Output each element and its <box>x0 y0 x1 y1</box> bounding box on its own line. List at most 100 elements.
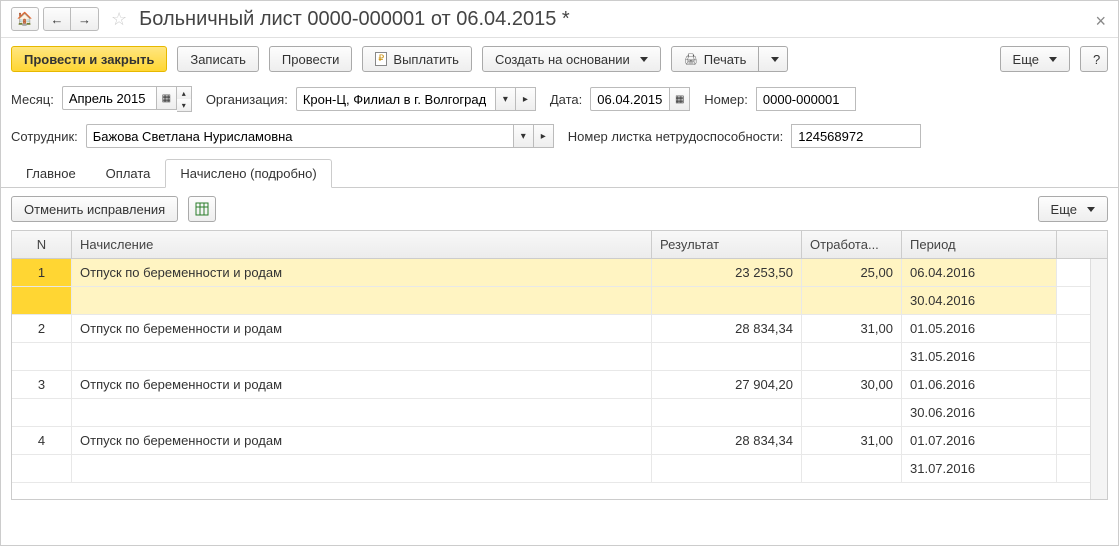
table-header: N Начисление Результат Отработа... Перио… <box>12 231 1107 259</box>
cell-hours: 31,00 <box>802 427 902 454</box>
columns-config-button[interactable] <box>188 196 216 222</box>
form-row-1: Месяц: ▦ ▴▾ Организация: ▾ ▸ Дата: ▦ Ном… <box>1 80 1118 118</box>
page-title: Больничный лист 0000-000001 от 06.04.201… <box>139 8 570 31</box>
back-button[interactable]: ← <box>43 7 71 31</box>
table-row[interactable]: 2 Отпуск по беременности и родам 28 834,… <box>12 315 1107 343</box>
table-row[interactable]: 30.04.2016 <box>12 287 1107 315</box>
table-row[interactable]: 1 Отпуск по беременности и родам 23 253,… <box>12 259 1107 287</box>
table-body: 1 Отпуск по беременности и родам 23 253,… <box>12 259 1107 483</box>
print-dropdown[interactable] <box>759 46 788 72</box>
cell-n-blank <box>12 343 72 370</box>
employee-dropdown-icon[interactable]: ▾ <box>514 124 534 148</box>
number-input[interactable] <box>763 92 849 107</box>
employee-input[interactable] <box>93 129 507 144</box>
scrollbar[interactable] <box>1090 259 1107 499</box>
month-input[interactable] <box>69 91 150 106</box>
col-header-name[interactable]: Начисление <box>72 231 652 258</box>
org-label: Организация: <box>206 92 288 107</box>
home-button[interactable]: 🏠 <box>11 7 39 31</box>
table-row[interactable]: 30.06.2016 <box>12 399 1107 427</box>
post-and-close-button[interactable]: Провести и закрыть <box>11 46 167 72</box>
employee-open-icon[interactable]: ▸ <box>534 124 554 148</box>
sheet-field <box>791 124 921 148</box>
table-row[interactable]: 3 Отпуск по беременности и родам 27 904,… <box>12 371 1107 399</box>
cell-hours-blank <box>802 399 902 426</box>
cell-result-blank <box>652 343 802 370</box>
cell-result: 27 904,20 <box>652 371 802 398</box>
sheet-input[interactable] <box>798 129 914 144</box>
cell-name: Отпуск по беременности и родам <box>72 259 652 286</box>
sub-more-button[interactable]: Еще <box>1038 196 1108 222</box>
cell-n: 1 <box>12 259 72 286</box>
cell-period-to: 31.07.2016 <box>902 455 1057 482</box>
tab-main[interactable]: Главное <box>11 159 91 188</box>
print-button[interactable]: 🖨Печать <box>671 46 760 72</box>
printer-icon: 🖨 <box>684 53 698 66</box>
month-spinner: ▴▾ <box>177 86 192 112</box>
col-header-hours[interactable]: Отработа... <box>802 231 902 258</box>
cell-period-from: 06.04.2016 <box>902 259 1057 286</box>
forward-button[interactable]: → <box>71 7 99 31</box>
date-input[interactable] <box>597 92 663 107</box>
col-header-result[interactable]: Результат <box>652 231 802 258</box>
table-row[interactable]: 4 Отпуск по беременности и родам 28 834,… <box>12 427 1107 455</box>
app-window: БЛОГ КОМПАНИИ GOODWILL ТЕХНОЛОГИИ ДЛЯ БИ… <box>0 0 1119 546</box>
spin-down[interactable]: ▾ <box>177 99 191 111</box>
cell-period-from: 01.06.2016 <box>902 371 1057 398</box>
org-input[interactable] <box>303 92 489 107</box>
cell-result: 28 834,34 <box>652 315 802 342</box>
month-calendar-icon[interactable]: ▦ <box>157 86 177 110</box>
cell-n-blank <box>12 287 72 314</box>
save-button[interactable]: Записать <box>177 46 259 72</box>
print-split: 🖨Печать <box>671 46 789 72</box>
date-calendar-icon[interactable]: ▦ <box>670 87 690 111</box>
cell-result-blank <box>652 287 802 314</box>
col-header-n[interactable]: N <box>12 231 72 258</box>
cell-name: Отпуск по беременности и родам <box>72 427 652 454</box>
cell-hours: 25,00 <box>802 259 902 286</box>
cell-period-to: 30.06.2016 <box>902 399 1057 426</box>
cell-name-blank <box>72 343 652 370</box>
date-field: ▦ <box>590 87 690 111</box>
close-icon[interactable]: × <box>1095 11 1106 32</box>
table-row[interactable]: 31.07.2016 <box>12 455 1107 483</box>
create-based-button[interactable]: Создать на основании <box>482 46 661 72</box>
cell-name: Отпуск по беременности и родам <box>72 371 652 398</box>
cell-result-blank <box>652 455 802 482</box>
pay-button[interactable]: Выплатить <box>362 46 472 72</box>
table-row[interactable]: 31.05.2016 <box>12 343 1107 371</box>
cell-period-to: 31.05.2016 <box>902 343 1057 370</box>
cell-hours: 30,00 <box>802 371 902 398</box>
post-button[interactable]: Провести <box>269 46 353 72</box>
cell-n: 3 <box>12 371 72 398</box>
cell-name-blank <box>72 455 652 482</box>
employee-label: Сотрудник: <box>11 129 78 144</box>
favorite-icon[interactable]: ☆ <box>111 9 127 30</box>
org-open-icon[interactable]: ▸ <box>516 87 536 111</box>
doc-icon <box>375 52 387 66</box>
org-dropdown-icon[interactable]: ▾ <box>496 87 516 111</box>
tab-accrued[interactable]: Начислено (подробно) <box>165 159 331 188</box>
nav-group: ← → <box>43 7 99 31</box>
spin-up[interactable]: ▴ <box>177 87 191 99</box>
cancel-corrections-button[interactable]: Отменить исправления <box>11 196 178 222</box>
cell-n-blank <box>12 455 72 482</box>
tabs: Главное Оплата Начислено (подробно) <box>1 158 1118 188</box>
cell-n: 2 <box>12 315 72 342</box>
cell-name-blank <box>72 287 652 314</box>
help-button[interactable]: ? <box>1080 46 1108 72</box>
titlebar: 🏠 ← → ☆ Больничный лист 0000-000001 от 0… <box>1 1 1118 38</box>
col-header-period[interactable]: Период <box>902 231 1057 258</box>
number-field <box>756 87 856 111</box>
sheet-label: Номер листка нетрудоспособности: <box>568 129 783 144</box>
cell-hours-blank <box>802 287 902 314</box>
more-button[interactable]: Еще <box>1000 46 1070 72</box>
sub-toolbar: Отменить исправления Еще <box>1 188 1118 230</box>
cell-n: 4 <box>12 427 72 454</box>
cell-period-from: 01.07.2016 <box>902 427 1057 454</box>
employee-field: ▾ ▸ <box>86 124 554 148</box>
cell-result: 28 834,34 <box>652 427 802 454</box>
cell-result: 23 253,50 <box>652 259 802 286</box>
tab-payment[interactable]: Оплата <box>91 159 166 188</box>
month-label: Месяц: <box>11 92 54 107</box>
